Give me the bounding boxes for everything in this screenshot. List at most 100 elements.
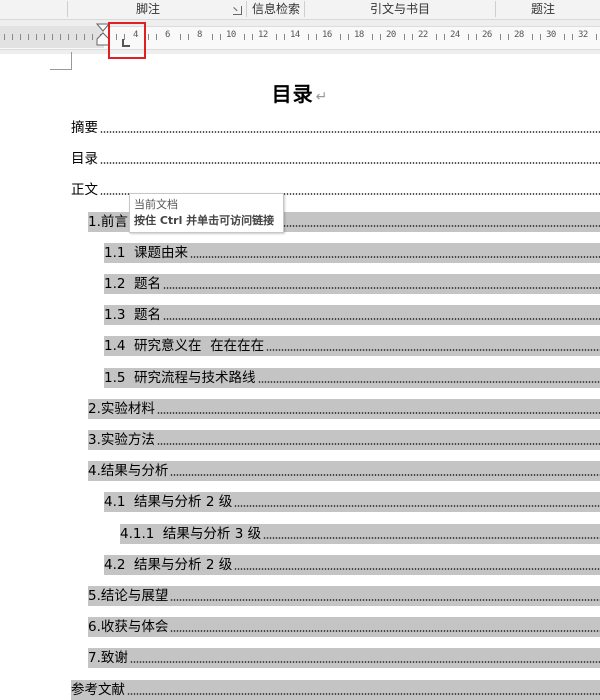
ruler-tick xyxy=(188,34,189,40)
toc-entry-label: 正文 xyxy=(71,182,98,198)
ruler-number: 26 xyxy=(482,30,492,40)
toc-entry[interactable]: 参考文献 xyxy=(71,680,600,700)
ruler-tick xyxy=(148,34,149,40)
toc-entry-label: 4.2 结果与分析 2 级 xyxy=(104,557,233,573)
toc-leader-dots xyxy=(234,505,600,507)
ruler-tick xyxy=(404,34,405,40)
toc-entry-label: 目录 xyxy=(71,151,98,167)
toc-entry-label: 1.2 题名 xyxy=(104,276,162,292)
toc-entry[interactable]: 4.结果与分析 xyxy=(88,461,600,481)
ruler-number: 20 xyxy=(386,30,396,40)
ruler-tick xyxy=(276,34,277,40)
footnote-dialog-launcher-icon[interactable] xyxy=(233,6,242,15)
toc-entry-label: 4.结果与分析 xyxy=(88,463,169,479)
hyperlink-tooltip: 当前文档 按住 Ctrl 并单击可访问链接 xyxy=(129,193,284,233)
ruler-tick xyxy=(340,34,341,40)
toc-entry[interactable]: 摘要 xyxy=(71,118,600,138)
ruler-tick xyxy=(76,34,77,40)
ruler-tick xyxy=(20,34,21,40)
toc-leader-dots xyxy=(156,412,600,414)
ruler-tick xyxy=(284,34,285,40)
toc-leader-dots xyxy=(263,537,600,539)
captions-group-label: 题注 xyxy=(531,2,556,16)
toc-entry[interactable]: 1.4 研究意义在 在在在在 xyxy=(104,336,600,356)
toc-entry[interactable]: 1.3 题名 xyxy=(104,305,600,325)
toc-entry[interactable]: 7.致谢 xyxy=(88,648,600,668)
paragraph-mark-icon: ↵ xyxy=(315,89,329,105)
toc-entry-label: 6.收获与体会 xyxy=(88,619,169,635)
ruler-tick xyxy=(508,34,509,40)
toc-entry[interactable]: 5.结论与展望 xyxy=(88,586,600,606)
ruler-tick xyxy=(220,34,221,40)
toc-leader-dots xyxy=(163,318,600,320)
citations-group-label: 引文与书目 xyxy=(370,2,431,16)
ruler-tick xyxy=(180,34,181,40)
toc-entry-label: 1.5 研究流程与技术路线 xyxy=(104,370,256,386)
ruler-tick xyxy=(532,34,533,40)
ribbon-separator xyxy=(246,1,247,17)
ruler-number: 32 xyxy=(578,30,588,40)
document-title: 目录 ↵ xyxy=(271,82,329,106)
ruler-tick xyxy=(316,34,317,40)
toc-entry[interactable]: 目录 xyxy=(71,149,600,169)
ruler-number: 14 xyxy=(290,30,300,40)
horizontal-ruler[interactable]: 4 6 8 10 12 14 16 18 20 22 24 26 28 30 32 xyxy=(0,20,600,54)
toc-entry[interactable]: 4.1.1 结果与分析 3 级 xyxy=(120,524,600,544)
ruler-tick xyxy=(44,34,45,40)
toc-leader-dots xyxy=(129,661,600,663)
ruler-tick xyxy=(540,34,541,40)
toc-leader-dots xyxy=(234,568,600,570)
toc-entry-label: 摘要 xyxy=(71,120,98,136)
toc-entry-label: 3.实验方法 xyxy=(88,432,155,448)
tooltip-hint: 按住 Ctrl 并单击可访问链接 xyxy=(134,214,275,227)
toc-leader-dots xyxy=(170,630,600,632)
toc-entry-label: 1.前言 xyxy=(88,214,128,230)
toc-entry[interactable]: 1.2 题名 xyxy=(104,274,600,294)
toc-entry[interactable]: 6.收获与体会 xyxy=(88,617,600,637)
ruler-tick xyxy=(84,34,85,40)
ruler-number: 12 xyxy=(258,30,268,40)
toc-leader-dots xyxy=(100,162,600,164)
ruler-number: 24 xyxy=(450,30,460,40)
ruler-tick xyxy=(596,34,597,40)
toc-leader-dots xyxy=(170,474,600,476)
ruler-number: 30 xyxy=(546,30,556,40)
toc-entry-label: 7.致谢 xyxy=(88,650,128,666)
toc-entry-label: 参考文献 xyxy=(71,682,125,698)
ruler-number: 16 xyxy=(322,30,332,40)
toc-entry[interactable]: 2.实验材料 xyxy=(88,399,600,419)
toc-entry[interactable]: 1.5 研究流程与技术路线 xyxy=(104,368,600,388)
toc-entry-label: 1.4 研究意义在 在在在在 xyxy=(104,338,265,354)
ribbon-separator xyxy=(67,1,68,17)
toc-entry[interactable]: 4.2 结果与分析 2 级 xyxy=(104,555,600,575)
ruler-tick xyxy=(348,34,349,40)
toc-entry[interactable]: 3.实验方法 xyxy=(88,430,600,450)
ruler-tick xyxy=(476,34,477,40)
ruler-number: 6 xyxy=(165,30,170,40)
toc-entry-label: 2.实验材料 xyxy=(88,401,155,417)
toc-leader-dots xyxy=(100,131,600,133)
toc-leader-dots xyxy=(127,693,600,695)
ruler-tick xyxy=(444,34,445,40)
tooltip-title: 当前文档 xyxy=(134,198,178,211)
ruler-tick xyxy=(60,34,61,40)
ruler-tick xyxy=(12,34,13,40)
ribbon-group-labels: 脚注 信息检索 引文与书目 题注 xyxy=(0,0,600,20)
ruler-number: 18 xyxy=(354,30,364,40)
toc-entry[interactable]: 4.1 结果与分析 2 级 xyxy=(104,492,600,512)
toc-entry-label: 4.1.1 结果与分析 3 级 xyxy=(120,526,262,542)
ruler-tick xyxy=(156,34,157,40)
highlight-box xyxy=(108,22,146,59)
ruler-tick xyxy=(28,34,29,40)
ruler-number: 10 xyxy=(226,30,236,40)
ruler-tick xyxy=(572,34,573,40)
toc-entry-label: 5.结论与展望 xyxy=(88,588,169,604)
research-group-label: 信息检索 xyxy=(252,2,301,16)
toc-entry-label: 1.1 课题由来 xyxy=(104,245,189,261)
toc-leader-dots xyxy=(163,287,600,289)
toc-entry-label: 4.1 结果与分析 2 级 xyxy=(104,494,233,510)
ruler-tick xyxy=(36,34,37,40)
toc-leader-dots xyxy=(266,349,600,351)
ruler-tick xyxy=(52,34,53,40)
toc-entry[interactable]: 1.1 课题由来 xyxy=(104,243,600,263)
